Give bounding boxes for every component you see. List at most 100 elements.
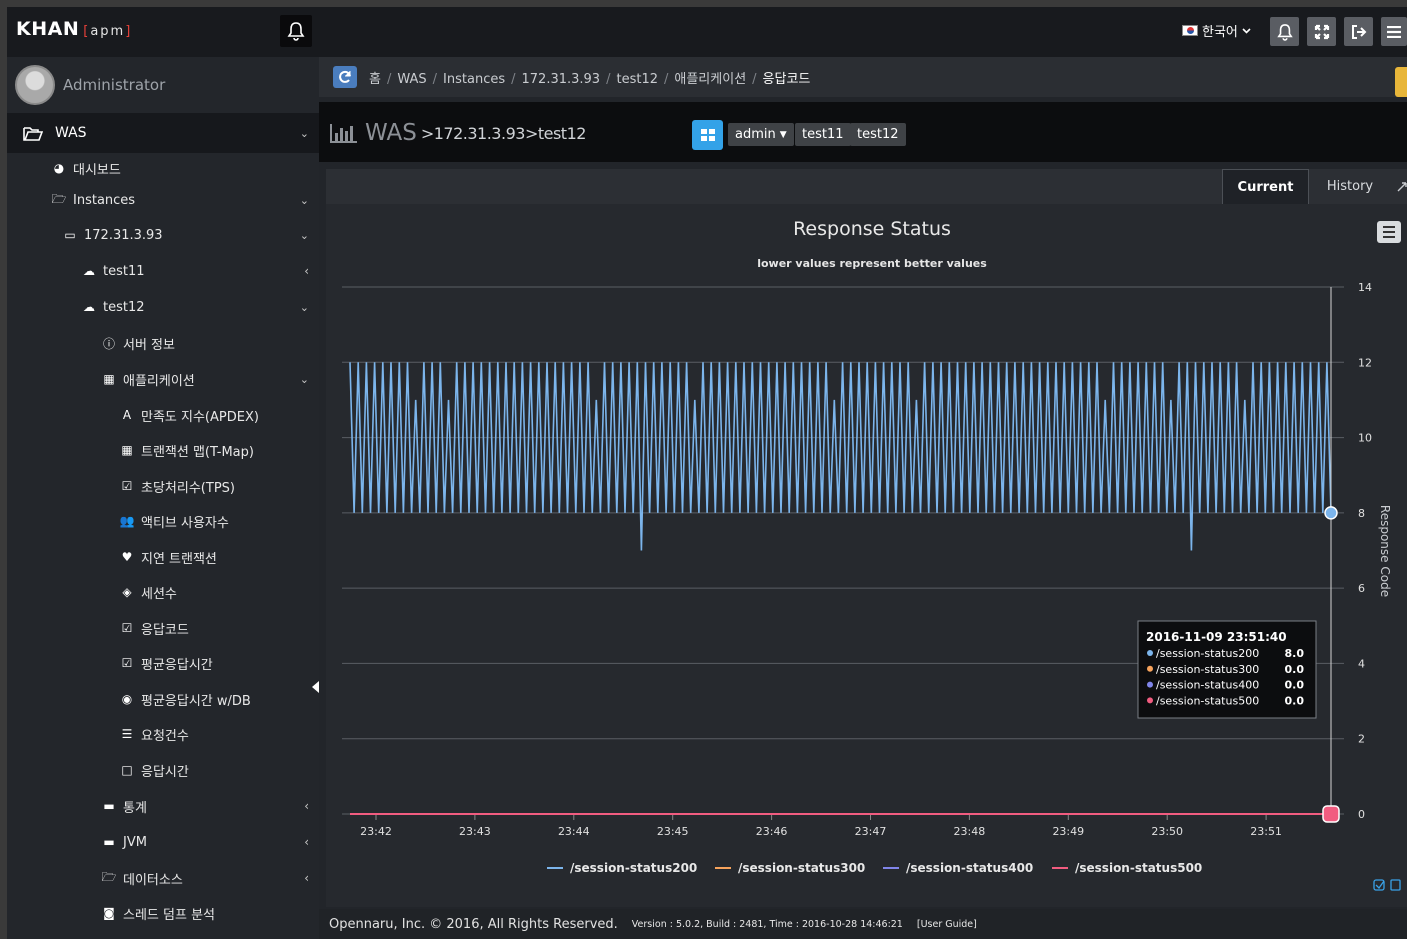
x-tick-label: 23:46 [756, 825, 788, 838]
title-path: >172.31.3.93>test12 [420, 123, 587, 143]
tab-current[interactable]: Current [1222, 169, 1309, 204]
layout-grid-button[interactable] [692, 120, 723, 150]
main-content: 홈 / WAS / Instances / 172.31.3.93 / test12 / 애플리케이… [319, 57, 1407, 939]
expand-arrows-icon [1314, 24, 1329, 39]
sidebar-item-평균응답시간-w/db[interactable]: ◉ 평균응답시간 w/DB [119, 684, 319, 714]
info-icon: ⓘ [102, 336, 115, 351]
sidebar-item-액티브-사용자수[interactable]: 👥 액티브 사용자수 [119, 506, 319, 536]
sidebar-item-트랜잭션-맵(t-map)[interactable]: ▦ 트랜잭션 맵(T-Map) [119, 435, 319, 465]
notifications-button[interactable] [1270, 17, 1299, 46]
legend-item-session-status400[interactable]: /session-status400 [883, 861, 1033, 875]
legend-item-session-status500[interactable]: /session-status500 [1052, 861, 1202, 875]
breadcrumb-item[interactable]: 홈 [369, 72, 381, 87]
sidebar-item-instances[interactable]: 🗁 Instances ⌄ [51, 185, 319, 215]
legend-label: /session-status400 [906, 861, 1033, 875]
sidebar-item-label: 서버 정보 [123, 337, 175, 353]
menu-button[interactable] [1381, 17, 1407, 46]
x-tick-label: 23:51 [1250, 825, 1282, 838]
folder-open-icon: 🗁 [101, 869, 117, 884]
sidebar-item-만족도-지수(apdex)[interactable]: A 만족도 지수(APDEX) [119, 400, 319, 430]
user-dropdown[interactable]: admin ▼ [728, 123, 794, 146]
sidebar-item-was[interactable]: WAS ⌄ [7, 113, 319, 153]
chart-footer-icons[interactable] [1373, 879, 1401, 891]
hover-marker-status500 [1322, 805, 1340, 823]
square-icon[interactable] [1390, 879, 1401, 891]
tooltip-series-value: 0.0 [1285, 663, 1305, 676]
y-tick-label: 6 [1358, 582, 1365, 595]
y-axis-ticks: 0 2 4 6 8 10 12 14 [1358, 281, 1372, 821]
breadcrumb-item[interactable]: 172.31.3.93 [522, 72, 601, 87]
camera-icon: ◙ [103, 906, 115, 920]
instance-chip-test12[interactable]: test12 [850, 123, 906, 146]
sidebar-item-label: 지연 트랜잭션 [141, 551, 217, 567]
sidebar-item-응답시간[interactable]: □ 응답시간 [119, 755, 319, 785]
language-selector[interactable]: 한국어 [1182, 21, 1251, 40]
sidebar-item-대시보드[interactable]: ◕ 대시보드 [51, 153, 319, 183]
sidebar-item-172.31.3.93[interactable]: ▭ 172.31.3.93 ⌄ [62, 220, 319, 250]
breadcrumb-item[interactable]: Instances [443, 72, 505, 87]
resize-icon[interactable] [1397, 180, 1407, 192]
x-tick-label: 23:42 [360, 825, 392, 838]
chevron-down-icon: ⌄ [299, 193, 309, 207]
sidebar-item-label: 응답시간 [141, 764, 189, 780]
page-title: WAS >172.31.3.93>test12 [329, 120, 586, 146]
sidebar-item-label: 액티브 사용자수 [141, 515, 229, 531]
korea-flag-icon [1182, 25, 1198, 36]
sidebar-item-서버-정보[interactable]: ⓘ 서버 정보 [101, 328, 319, 358]
sidebar-item-지연-트랜잭션[interactable]: ♥ 지연 트랜잭션 [119, 542, 319, 572]
footer-version: Version : 5.0.2, Build : 2481, Time : 20… [631, 918, 903, 930]
sidebar-item-평균응답시간[interactable]: ☑ 평균응답시간 [119, 648, 319, 678]
refresh-button[interactable] [333, 66, 357, 88]
y-tick-label: 2 [1358, 733, 1365, 746]
sidebar-item-요청건수[interactable]: ☰ 요청건수 [119, 719, 319, 749]
sidebar-item-label: 172.31.3.93 [84, 227, 163, 243]
fullscreen-button[interactable] [1307, 17, 1336, 46]
legend-item-session-status300[interactable]: /session-status300 [715, 861, 865, 875]
chart-subtitle: lower values represent better values [757, 257, 987, 270]
tooltip-series-value: 8.0 [1285, 647, 1305, 660]
user-dropdown-label: admin [735, 127, 776, 142]
breadcrumb-item[interactable]: WAS [397, 72, 426, 87]
sidebar-item-응답코드[interactable]: ☑ 응답코드 [119, 613, 319, 643]
legend-label: /session-status200 [570, 861, 697, 875]
chevron-down-icon: ⌄ [299, 372, 309, 386]
chevron-left-icon: ‹ [304, 871, 309, 885]
sidebar-bell-button[interactable] [280, 15, 312, 47]
sidebar-item-jvm[interactable]: ▬ JVM ‹ [101, 827, 319, 857]
tooltip-series-value: 0.0 [1285, 694, 1305, 707]
sidebar-item-label: JVM [123, 834, 147, 850]
instance-chip-test11[interactable]: test11 [795, 123, 851, 146]
sidebar-item-통계[interactable]: ▬ 통계 ‹ [101, 791, 319, 821]
x-tick-label: 23:45 [657, 825, 689, 838]
sidebar-item-데이터소스[interactable]: 🗁 데이터소스 ‹ [101, 863, 319, 893]
chart-legend: /session-status200/session-status300/ses… [547, 861, 1202, 875]
sidebar-item-초당처리수(tps)[interactable]: ☑ 초당처리수(TPS) [119, 471, 319, 501]
side-panel-toggle[interactable] [1395, 67, 1407, 97]
breadcrumb-item[interactable]: 애플리케이션 [674, 72, 746, 87]
brand-name: KHAN [16, 18, 80, 40]
sidebar-item-test11[interactable]: ☁ test11 ‹ [81, 256, 319, 286]
sidebar-item-애플리케이션[interactable]: ▦ 애플리케이션 ⌄ [101, 364, 319, 394]
legend-item-session-status200[interactable]: /session-status200 [547, 861, 697, 875]
chevron-down-icon: ⌄ [299, 228, 309, 242]
breadcrumb-item[interactable]: test12 [616, 72, 658, 87]
y-tick-label: 8 [1358, 507, 1365, 520]
chart-menu-button[interactable] [1377, 221, 1401, 243]
sidebar-item-label: 요청건수 [141, 728, 189, 744]
title-main: WAS [365, 120, 417, 146]
brand-logo[interactable]: KHAN [apm] [16, 18, 132, 40]
sidebar-item-스레드-덤프-분석[interactable]: ◙ 스레드 덤프 분석 [101, 898, 319, 928]
breadcrumb: 홈 / WAS / Instances / 172.31.3.93 / test12 / 애플리케이… [319, 57, 1407, 97]
sidebar-item-label: 애플리케이션 [123, 373, 195, 389]
tooltip-series-dot [1147, 665, 1153, 672]
tooltip-series-dot [1147, 681, 1153, 688]
sidebar-item-세션수[interactable]: ◈ 세션수 [119, 577, 319, 607]
footer: Opennaru, Inc. © 2016, All Rights Reserv… [319, 909, 1407, 939]
folder-open-icon: 🗁 [51, 191, 67, 206]
logout-button[interactable] [1344, 17, 1373, 46]
user-guide-link[interactable]: [User Guide] [917, 919, 977, 930]
chart-tooltip: 2016-11-09 23:51:40/session-status200 8.0… [1137, 620, 1317, 719]
sidebar-item-test12[interactable]: ☁ test12 ⌄ [81, 292, 319, 322]
sidebar-collapse-handle[interactable] [312, 681, 319, 693]
tab-history[interactable]: History [1312, 169, 1388, 204]
